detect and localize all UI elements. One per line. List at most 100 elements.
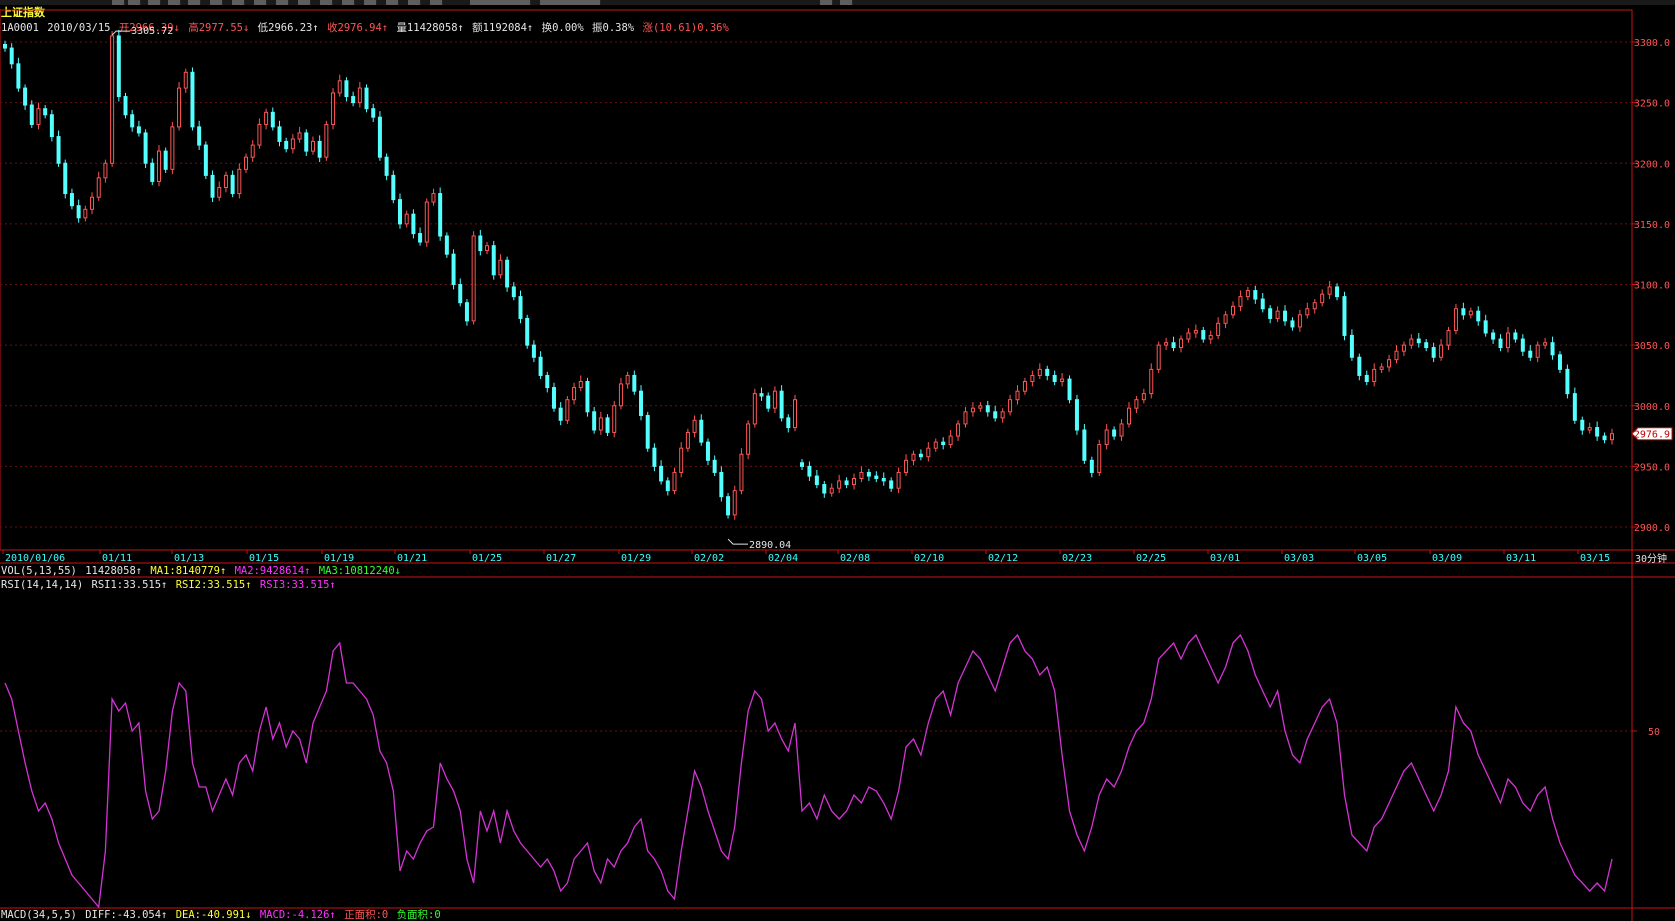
candle-down bbox=[384, 156, 389, 176]
candle-up bbox=[1505, 332, 1510, 349]
candle-up bbox=[837, 480, 842, 489]
candle-up bbox=[1312, 302, 1317, 310]
candle-up bbox=[1409, 338, 1414, 346]
candle-down bbox=[451, 253, 456, 285]
candle-down bbox=[9, 47, 14, 65]
candle-down bbox=[1253, 290, 1258, 300]
candle-down bbox=[1067, 378, 1072, 401]
candle-down bbox=[1416, 338, 1421, 344]
candle-up bbox=[1208, 334, 1213, 340]
candle-up bbox=[257, 123, 262, 146]
candle-up bbox=[310, 140, 315, 152]
candle-down bbox=[1557, 354, 1562, 370]
candle-down bbox=[779, 390, 784, 419]
candle-down bbox=[1201, 330, 1206, 340]
min-price-label: 2890.04 bbox=[749, 540, 791, 551]
candlestick-series[interactable] bbox=[3, 29, 1614, 520]
candle-down bbox=[317, 140, 322, 158]
candle-down bbox=[458, 284, 463, 304]
candle-down bbox=[43, 108, 48, 116]
candle-down bbox=[351, 96, 356, 104]
candle-down bbox=[814, 475, 819, 486]
date-tick-label: 02/02 bbox=[694, 553, 724, 564]
candle-down bbox=[1431, 347, 1436, 358]
candle-up bbox=[956, 423, 961, 437]
candle-up bbox=[90, 196, 95, 210]
candle-up bbox=[1156, 344, 1161, 370]
price-tick-label: 3200.0 bbox=[1634, 159, 1670, 170]
candle-up bbox=[1141, 393, 1146, 401]
date-tick-label: 01/27 bbox=[546, 553, 576, 564]
date-tick-label: 03/09 bbox=[1432, 553, 1462, 564]
max-price-label: 3305.72 bbox=[131, 26, 173, 37]
candle-up bbox=[237, 168, 242, 195]
candle-up bbox=[793, 399, 797, 429]
date-tick-label: 01/29 bbox=[621, 553, 651, 564]
candle-down bbox=[63, 162, 68, 195]
price-grid: 3300.0 3250.0 3200.0 3150.0 3100.0 3050.0 3000… bbox=[0, 38, 1670, 534]
candle-down bbox=[1513, 332, 1518, 340]
candle-down bbox=[49, 114, 54, 138]
candle-down bbox=[344, 80, 349, 98]
candle-up bbox=[1610, 433, 1614, 441]
candle-up bbox=[217, 187, 222, 198]
candle-up bbox=[1587, 427, 1592, 431]
candle-up bbox=[1193, 330, 1198, 334]
candle-up bbox=[1037, 368, 1042, 376]
max-price-leader bbox=[111, 30, 131, 36]
candle-up bbox=[331, 92, 336, 125]
candle-down bbox=[1520, 338, 1525, 352]
candle-up bbox=[1015, 390, 1020, 401]
rsi1-line[interactable] bbox=[4, 633, 1613, 909]
candle-down bbox=[525, 317, 530, 346]
candle-up bbox=[324, 123, 329, 158]
candle-down bbox=[418, 233, 423, 243]
candle-up bbox=[223, 174, 228, 188]
candle-down bbox=[786, 417, 791, 429]
candle-up bbox=[625, 374, 630, 385]
price-tick-label: 3000.0 bbox=[1634, 402, 1670, 413]
candle-down bbox=[558, 407, 563, 421]
candle-up bbox=[1453, 308, 1458, 332]
candle-up bbox=[565, 399, 570, 421]
candle-up bbox=[83, 208, 88, 219]
candle-up bbox=[1060, 378, 1065, 383]
candle-down bbox=[639, 390, 644, 416]
price-tick-label: 3150.0 bbox=[1634, 220, 1670, 231]
candle-up bbox=[970, 407, 975, 413]
candle-down bbox=[1260, 298, 1265, 310]
candle-down bbox=[190, 71, 195, 128]
candle-down bbox=[491, 245, 496, 276]
candle-down bbox=[1335, 286, 1340, 298]
date-tick-label: 01/13 bbox=[174, 553, 204, 564]
candle-down bbox=[844, 480, 849, 486]
candle-down bbox=[1045, 368, 1050, 376]
candle-up bbox=[1022, 381, 1027, 392]
date-tick-label: 02/23 bbox=[1062, 553, 1092, 564]
candle-down bbox=[659, 465, 664, 482]
candle-up bbox=[485, 245, 490, 252]
candle-down bbox=[1580, 419, 1585, 431]
candle-down bbox=[889, 480, 894, 489]
candle-down bbox=[203, 144, 208, 176]
chart-canvas[interactable]: 3300.0 3250.0 3200.0 3150.0 3100.0 3050.0 3000… bbox=[0, 0, 1675, 921]
candle-down bbox=[699, 419, 704, 443]
candle-down bbox=[531, 344, 536, 358]
date-tick-label: 01/11 bbox=[102, 553, 132, 564]
candle-up bbox=[404, 213, 409, 225]
candle-up bbox=[177, 87, 182, 128]
candle-down bbox=[23, 87, 28, 106]
candle-down bbox=[800, 462, 804, 467]
candle-down bbox=[1595, 427, 1600, 437]
candle-down bbox=[398, 199, 402, 225]
candle-up bbox=[1394, 350, 1399, 361]
candle-up bbox=[1320, 293, 1325, 304]
candle-up bbox=[1216, 322, 1221, 336]
candle-up bbox=[1387, 359, 1392, 368]
candle-down bbox=[874, 475, 879, 480]
candle-up bbox=[1000, 411, 1005, 419]
candle-up bbox=[1379, 366, 1384, 370]
candle-up bbox=[933, 441, 938, 449]
candle-up bbox=[1275, 310, 1280, 319]
candle-up bbox=[1030, 374, 1035, 382]
